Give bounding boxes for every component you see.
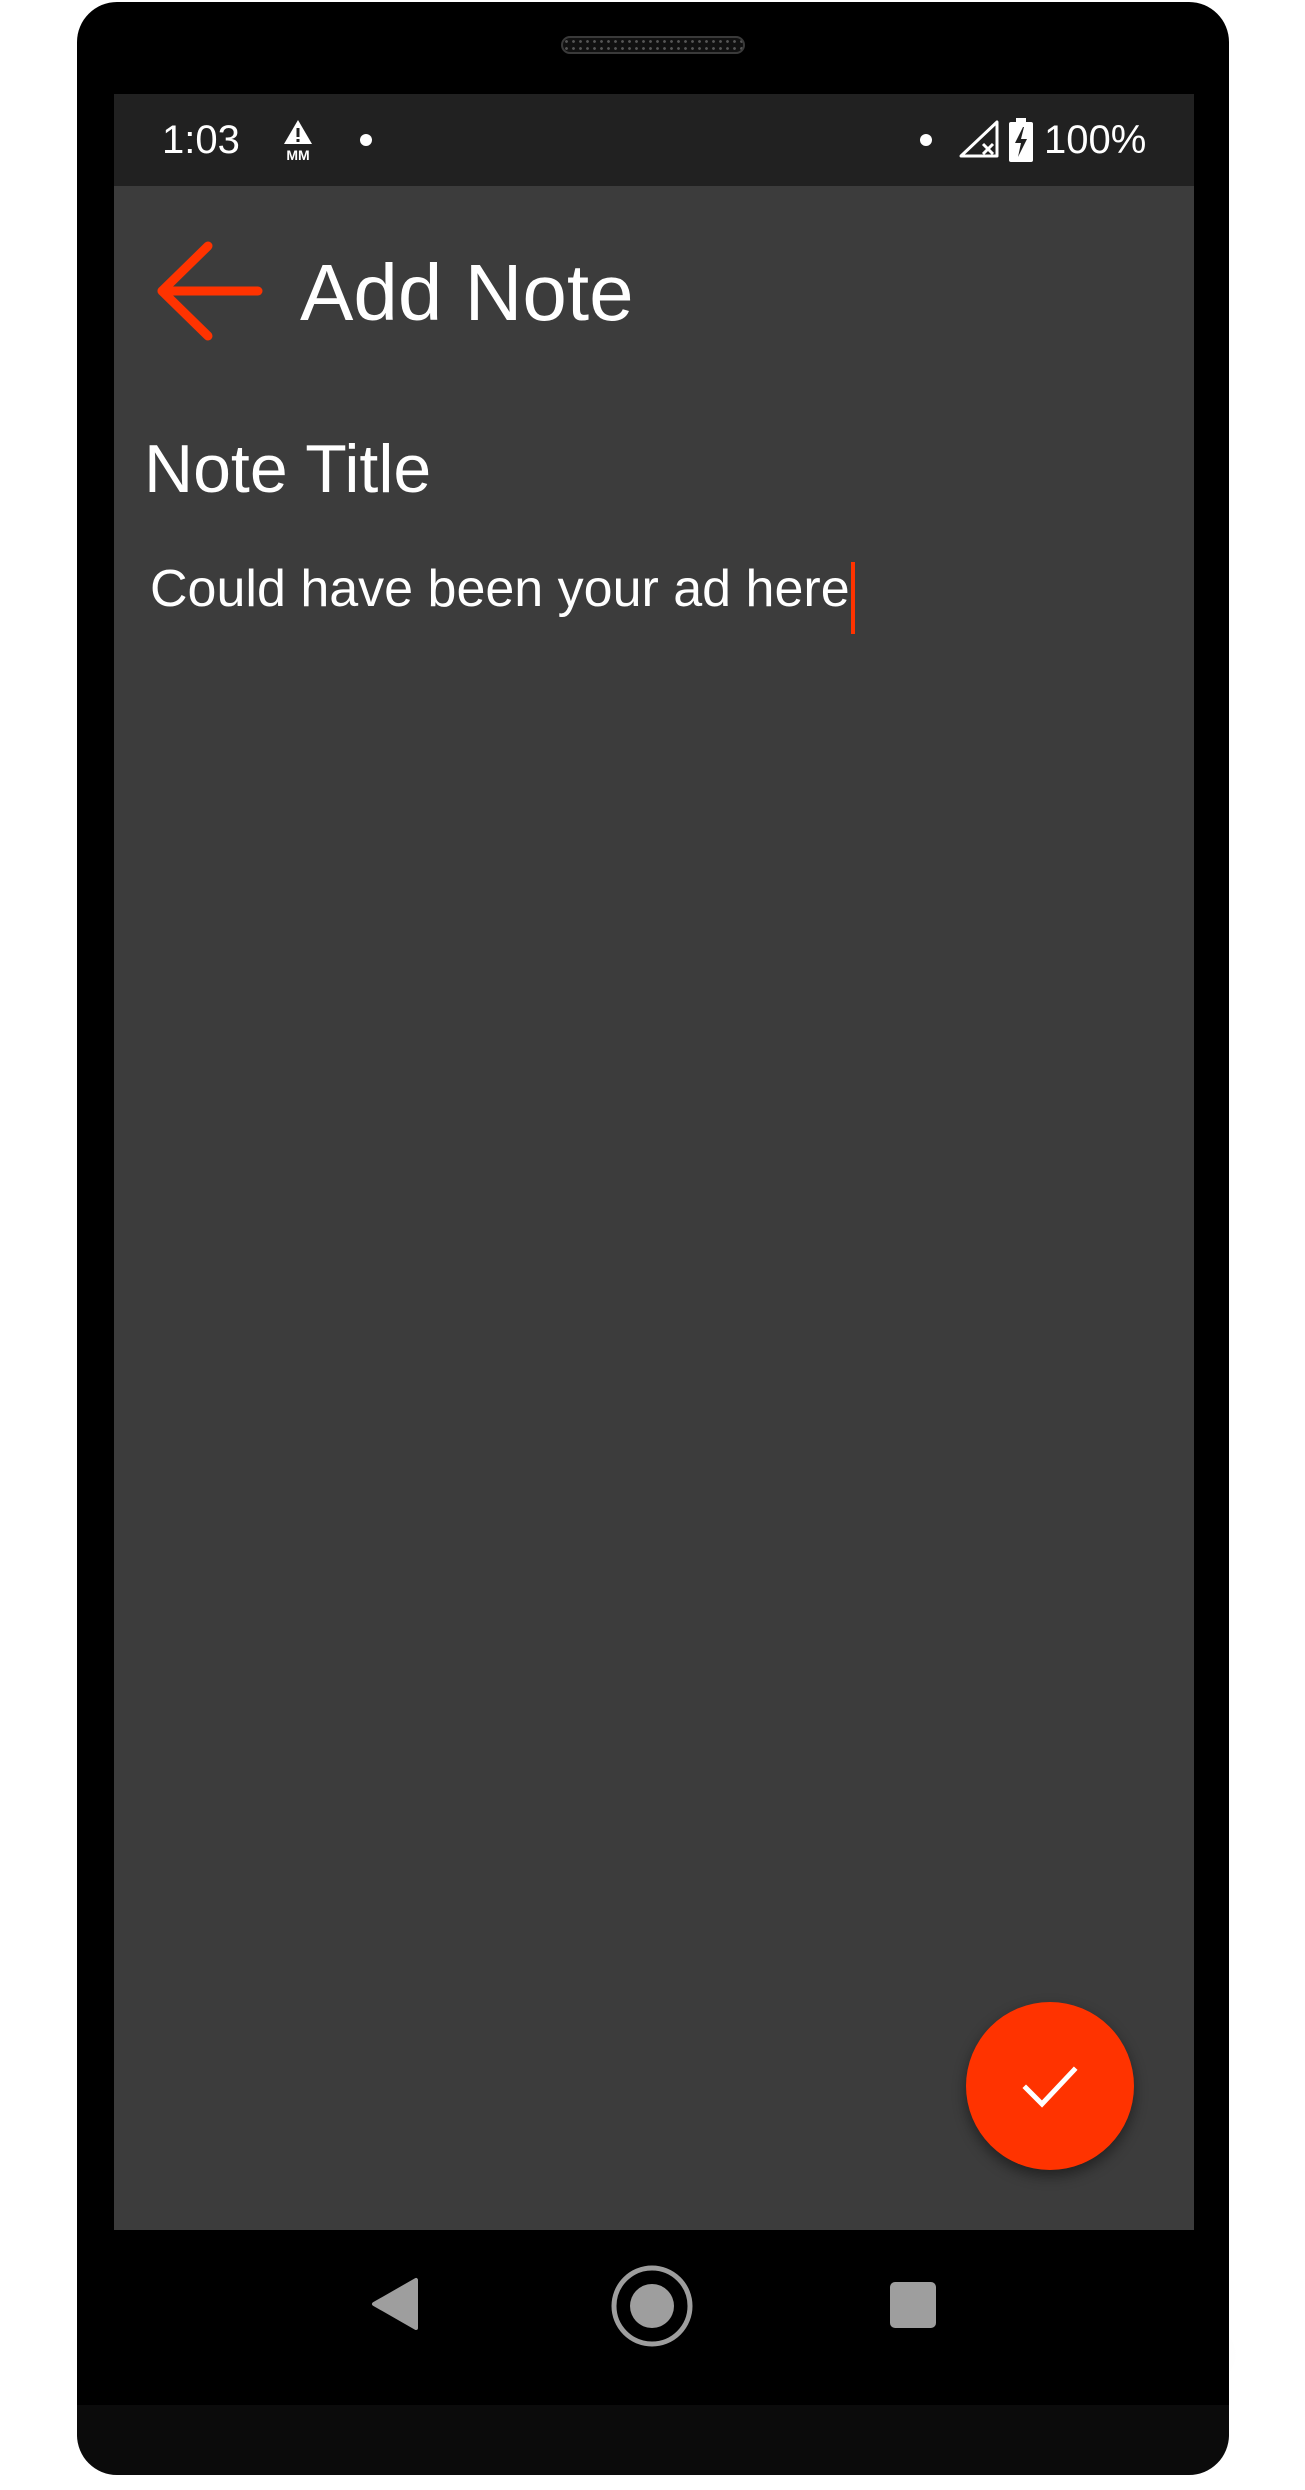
svg-text:MM: MM xyxy=(286,147,309,163)
warning-mm-icon: MM xyxy=(284,120,312,163)
battery-percentage: 100% xyxy=(1044,118,1147,162)
app-bar: Add Note xyxy=(114,186,1194,386)
screen: 1:03 MM 100% Add Note Note Title Could h… xyxy=(114,94,1194,2230)
text-cursor xyxy=(850,561,855,634)
save-note-button[interactable] xyxy=(966,2002,1134,2170)
notification-dot-icon xyxy=(360,134,372,146)
page-title: Add Note xyxy=(300,248,634,337)
note-title-input[interactable] xyxy=(144,419,1144,519)
note-body-text: Could have been your ad here xyxy=(150,560,850,618)
navigation-bar xyxy=(114,2230,1194,2380)
arrow-back-icon[interactable] xyxy=(154,236,264,346)
nav-back-icon[interactable] xyxy=(368,2276,424,2332)
check-icon xyxy=(1022,2066,1078,2108)
status-bar: 1:03 MM 100% xyxy=(114,94,1194,186)
battery-charging-icon xyxy=(1009,118,1033,162)
nav-home-icon[interactable] xyxy=(610,2264,694,2348)
nav-recents-icon[interactable] xyxy=(890,2282,936,2328)
notification-dot-icon xyxy=(920,134,932,146)
phone-speaker-grille xyxy=(561,36,745,54)
status-time: 1:03 xyxy=(162,118,240,162)
phone-bottom-edge xyxy=(77,2405,1229,2475)
page: 1:03 MM 100% Add Note Note Title Could h… xyxy=(0,0,1305,2490)
signal-off-icon xyxy=(959,120,999,158)
note-body-input[interactable]: Could have been your ad here xyxy=(150,549,1150,634)
